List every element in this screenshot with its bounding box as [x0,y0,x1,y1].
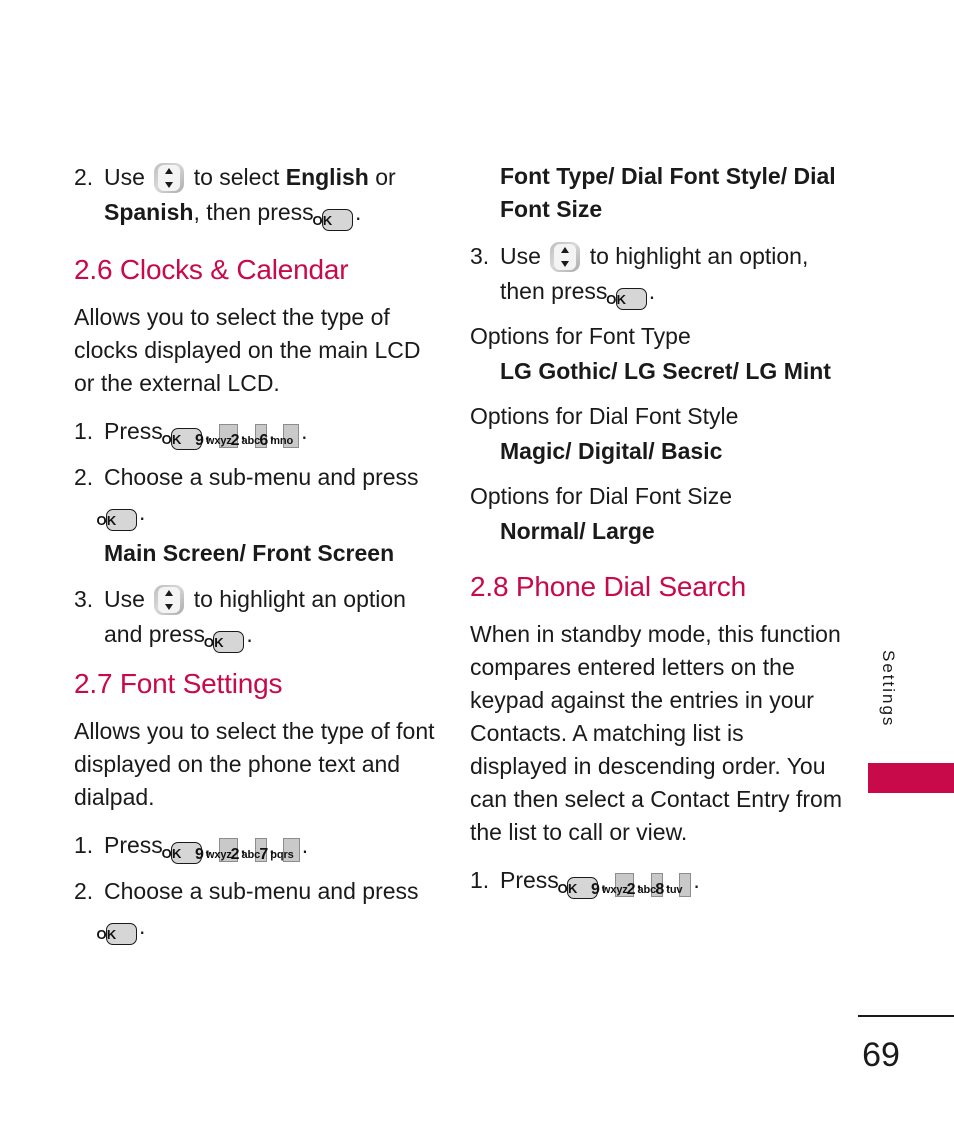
options-value-font-type: LG Gothic/ LG Secret/ LG Mint [500,358,831,385]
period: . [301,832,309,859]
step-text: Use [500,243,541,270]
options-label-font-type: Options for Font Type [470,323,691,350]
ok-key-icon: OK [96,509,137,532]
step-text: Use [104,586,145,613]
step-number: 2. [74,878,94,905]
period: . [301,418,308,445]
period: . [648,278,656,305]
step-text: Press [500,867,559,894]
step-text: to select [193,164,280,190]
step-number: 1. [74,832,94,859]
manual-page: 2. Use to select English or Spanish, then… [0,0,954,1145]
step-number: 2. [74,464,94,491]
page-number: 69 [862,1036,900,1074]
period: . [246,621,253,647]
step-choose-submenu-2-7: 2. Choose a sub-menu and press OK. [74,874,436,946]
period: . [139,499,146,526]
step-select-language: 2. Use to select English or Spanish, then… [74,160,436,231]
section-heading-2-8: 2.8 Phone Dial Search [470,570,746,602]
step-text: Press [104,418,163,445]
nav-key-icon [154,163,185,193]
key-7-icon: 7 pqrs [259,838,300,863]
step-highlight-option-2-7: 3. Use to highlight an option, then press… [470,239,842,311]
step-text: Use [104,164,145,190]
side-tab-marker [868,763,954,793]
step-press-keys-2-6: 1.Press OK, 9wxyz, 2abc, 6mno. [74,414,436,451]
section-2-6-body: Allows you to select the type of clocks … [74,304,421,397]
nav-key-icon [550,242,581,273]
option-spanish: Spanish [104,198,194,225]
step-text: . [355,198,362,225]
options-label-dial-font-style: Options for Dial Font Style [470,403,739,430]
step-number: 2. [74,164,94,190]
ok-key-icon: OK [96,923,137,946]
submenu-options-2-6: Main Screen/ Front Screen [104,540,395,567]
step-text: Choose a sub-menu and press [104,464,419,491]
right-column: Font Type/ Dial Font Style/ Dial Font Si… [470,160,842,909]
options-value-dial-font-style: Magic/ Digital/ Basic [500,438,723,465]
section-2-8-body: When in standby mode, this function comp… [470,620,843,846]
step-choose-submenu-2-6: 2. Choose a sub-menu and press OK. [74,460,436,532]
section-heading-2-7: 2.7 Font Settings [74,668,283,699]
key-6-icon: 6 mno [259,424,300,449]
step-text: or [375,164,396,190]
options-value-dial-font-size: Normal/ Large [500,517,655,544]
step-text: , then press [193,198,314,225]
option-english: English [285,164,369,190]
side-tab-label: Settings [879,650,898,728]
step-number: 3. [470,243,490,270]
section-2-7-body: Allows you to select the type of font di… [74,718,435,811]
section-heading-2-6: 2.6 Clocks & Calendar [74,253,349,285]
step-text: Press [104,832,163,859]
ok-key-icon: OK [312,208,354,231]
ok-key-icon: OK [606,288,647,311]
submenu-options-2-7: Font Type/ Dial Font Style/ Dial Font Si… [500,163,836,222]
nav-key-icon [154,585,185,616]
ok-key-icon: OK [204,631,245,653]
step-number: 1. [470,867,490,894]
step-press-keys-2-8: 1.Press OK, 9wxyz, 2abc, 8tuv. [470,863,842,900]
period: . [693,867,700,894]
step-number: 3. [74,586,94,613]
period: . [139,913,146,940]
step-press-keys-2-7: 1.Press OK, 9wxyz, 2abc, 7pqrs. [74,828,436,865]
key-8-icon: 8 tuv [655,873,692,898]
footer-rule [858,1015,954,1017]
step-number: 1. [74,418,94,445]
options-label-dial-font-size: Options for Dial Font Size [470,482,733,509]
step-text: Choose a sub-menu and press [104,878,419,905]
step-text: to highlight an option and press [104,586,406,647]
step-highlight-option-2-6: 3. Use to highlight an option and press O… [74,582,436,653]
left-column: 2. Use to select English or Spanish, then… [74,160,436,951]
